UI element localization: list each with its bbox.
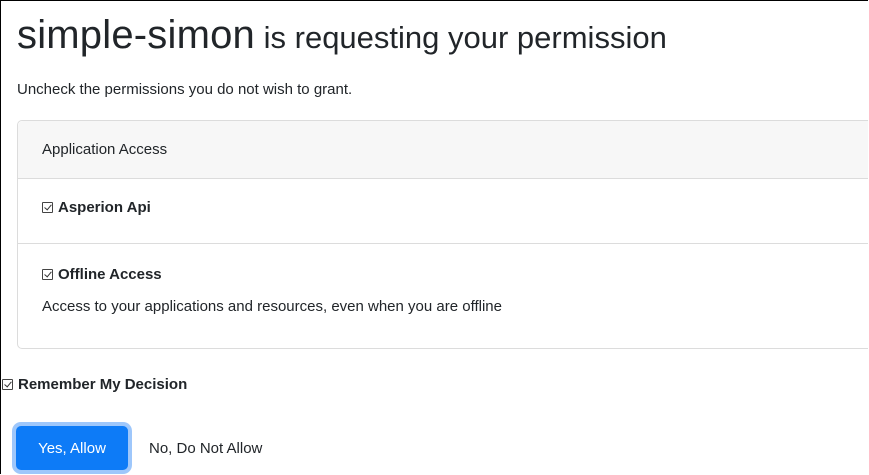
checkbox-checked-icon[interactable]	[42, 202, 53, 213]
yes-allow-button[interactable]: Yes, Allow	[16, 426, 128, 470]
page-title: simple-simon is requesting your permissi…	[17, 15, 667, 55]
application-access-card: Application Access Asperion Api Offline …	[17, 120, 868, 349]
client-name: simple-simon	[17, 13, 256, 57]
page-subtitle: Uncheck the permissions you do not wish …	[17, 81, 353, 98]
consent-page: simple-simon is requesting your permissi…	[0, 0, 868, 474]
remember-decision[interactable]: Remember My Decision	[2, 376, 187, 393]
permission-label: Asperion Api	[58, 199, 151, 216]
no-do-not-allow-button[interactable]: No, Do Not Allow	[139, 426, 272, 470]
checkbox-checked-icon[interactable]	[2, 379, 13, 390]
permission-asperion-api[interactable]: Asperion Api	[42, 199, 868, 216]
card-header: Application Access	[18, 121, 868, 179]
page-title-text: is requesting your permission	[255, 20, 667, 55]
remember-decision-label: Remember My Decision	[18, 376, 188, 393]
permission-description: Access to your applications and resource…	[42, 298, 502, 315]
checkbox-checked-icon[interactable]	[42, 269, 53, 280]
permission-item-offline-access: Offline Access Access to your applicatio…	[18, 244, 868, 348]
permission-item-asperion-api: Asperion Api	[18, 179, 868, 244]
permission-offline-access[interactable]: Offline Access	[42, 266, 868, 283]
permission-label: Offline Access	[58, 266, 162, 283]
